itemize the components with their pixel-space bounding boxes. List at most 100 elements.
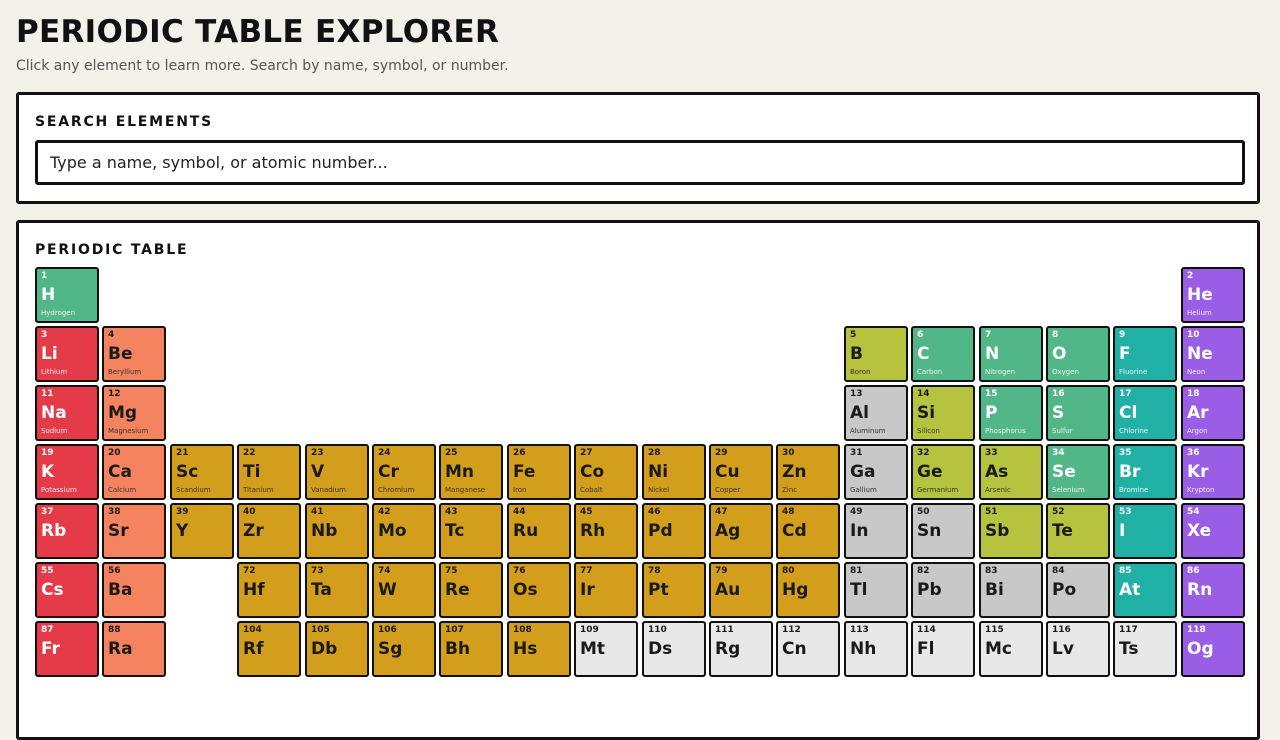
search-panel: SEARCH ELEMENTS bbox=[16, 92, 1260, 204]
element-tile-at[interactable]: 85 At bbox=[1113, 562, 1177, 618]
element-tile-s[interactable]: 16 S Sulfur bbox=[1046, 385, 1110, 441]
element-tile-fl[interactable]: 114 Fl bbox=[911, 621, 975, 677]
element-tile-h[interactable]: 1 H Hydrogen bbox=[35, 267, 99, 323]
element-tile-cn[interactable]: 112 Cn bbox=[776, 621, 840, 677]
element-tile-co[interactable]: 27 Co Cobalt bbox=[574, 444, 638, 500]
element-tile-c[interactable]: 6 C Carbon bbox=[911, 326, 975, 382]
element-tile-sc[interactable]: 21 Sc Scandium bbox=[170, 444, 234, 500]
element-tile-na[interactable]: 11 Na Sodium bbox=[35, 385, 99, 441]
atomic-number: 25 bbox=[445, 448, 458, 458]
element-tile-po[interactable]: 84 Po bbox=[1046, 562, 1110, 618]
element-name: Sulfur bbox=[1052, 427, 1073, 435]
element-tile-ba[interactable]: 56 Ba bbox=[102, 562, 166, 618]
element-tile-rb[interactable]: 37 Rb bbox=[35, 503, 99, 559]
element-tile-db[interactable]: 105 Db bbox=[305, 621, 369, 677]
element-tile-ca[interactable]: 20 Ca Calcium bbox=[102, 444, 166, 500]
element-tile-ne[interactable]: 10 Ne Neon bbox=[1181, 326, 1245, 382]
element-tile-sr[interactable]: 38 Sr bbox=[102, 503, 166, 559]
element-tile-ag[interactable]: 47 Ag bbox=[709, 503, 773, 559]
atomic-number: 86 bbox=[1187, 566, 1200, 576]
element-tile-bi[interactable]: 83 Bi bbox=[979, 562, 1043, 618]
element-tile-v[interactable]: 23 V Vanadium bbox=[305, 444, 369, 500]
element-tile-hs[interactable]: 108 Hs bbox=[507, 621, 571, 677]
element-tile-fe[interactable]: 26 Fe Iron bbox=[507, 444, 571, 500]
element-tile-cl[interactable]: 17 Cl Chlorine bbox=[1113, 385, 1177, 441]
element-tile-rn[interactable]: 86 Rn bbox=[1181, 562, 1245, 618]
element-tile-sg[interactable]: 106 Sg bbox=[372, 621, 436, 677]
element-tile-as[interactable]: 33 As Arsenic bbox=[979, 444, 1043, 500]
element-tile-ga[interactable]: 31 Ga Gallium bbox=[844, 444, 908, 500]
element-tile-he[interactable]: 2 He Helium bbox=[1181, 267, 1245, 323]
element-tile-hf[interactable]: 72 Hf bbox=[237, 562, 301, 618]
element-tile-ni[interactable]: 28 Ni Nickel bbox=[642, 444, 706, 500]
element-tile-zn[interactable]: 30 Zn Zinc bbox=[776, 444, 840, 500]
element-tile-ru[interactable]: 44 Ru bbox=[507, 503, 571, 559]
element-tile-mc[interactable]: 115 Mc bbox=[979, 621, 1043, 677]
element-tile-re[interactable]: 75 Re bbox=[439, 562, 503, 618]
element-tile-ts[interactable]: 117 Ts bbox=[1113, 621, 1177, 677]
element-tile-i[interactable]: 53 I bbox=[1113, 503, 1177, 559]
element-tile-ti[interactable]: 22 Ti Titanium bbox=[237, 444, 301, 500]
atomic-number: 10 bbox=[1187, 330, 1200, 340]
element-tile-f[interactable]: 9 F Fluorine bbox=[1113, 326, 1177, 382]
element-tile-cd[interactable]: 48 Cd bbox=[776, 503, 840, 559]
element-tile-pt[interactable]: 78 Pt bbox=[642, 562, 706, 618]
element-tile-nb[interactable]: 41 Nb bbox=[305, 503, 369, 559]
element-tile-te[interactable]: 52 Te bbox=[1046, 503, 1110, 559]
element-tile-li[interactable]: 3 Li Lithium bbox=[35, 326, 99, 382]
element-tile-xe[interactable]: 54 Xe bbox=[1181, 503, 1245, 559]
element-tile-sb[interactable]: 51 Sb bbox=[979, 503, 1043, 559]
element-tile-ar[interactable]: 18 Ar Argon bbox=[1181, 385, 1245, 441]
element-tile-al[interactable]: 13 Al Aluminum bbox=[844, 385, 908, 441]
element-tile-rh[interactable]: 45 Rh bbox=[574, 503, 638, 559]
element-tile-ir[interactable]: 77 Ir bbox=[574, 562, 638, 618]
element-tile-br[interactable]: 35 Br Bromine bbox=[1113, 444, 1177, 500]
element-tile-mg[interactable]: 12 Mg Magnesium bbox=[102, 385, 166, 441]
element-tile-rg[interactable]: 111 Rg bbox=[709, 621, 773, 677]
element-tile-cu[interactable]: 29 Cu Copper bbox=[709, 444, 773, 500]
element-tile-hg[interactable]: 80 Hg bbox=[776, 562, 840, 618]
element-symbol: As bbox=[985, 462, 1009, 482]
element-tile-ge[interactable]: 32 Ge Germanium bbox=[911, 444, 975, 500]
element-tile-mn[interactable]: 25 Mn Manganese bbox=[439, 444, 503, 500]
element-tile-rf[interactable]: 104 Rf bbox=[237, 621, 301, 677]
element-tile-se[interactable]: 34 Se Selenium bbox=[1046, 444, 1110, 500]
element-tile-pd[interactable]: 46 Pd bbox=[642, 503, 706, 559]
element-tile-au[interactable]: 79 Au bbox=[709, 562, 773, 618]
element-tile-ta[interactable]: 73 Ta bbox=[305, 562, 369, 618]
element-tile-be[interactable]: 4 Be Beryllium bbox=[102, 326, 166, 382]
search-input[interactable] bbox=[35, 140, 1245, 185]
element-tile-p[interactable]: 15 P Phosphorus bbox=[979, 385, 1043, 441]
element-name: Bromine bbox=[1119, 486, 1149, 494]
element-tile-tl[interactable]: 81 Tl bbox=[844, 562, 908, 618]
element-tile-lv[interactable]: 116 Lv bbox=[1046, 621, 1110, 677]
element-tile-k[interactable]: 19 K Potassium bbox=[35, 444, 99, 500]
element-tile-pb[interactable]: 82 Pb bbox=[911, 562, 975, 618]
atomic-number: 15 bbox=[985, 389, 998, 399]
element-tile-y[interactable]: 39 Y bbox=[170, 503, 234, 559]
element-tile-si[interactable]: 14 Si Silicon bbox=[911, 385, 975, 441]
element-tile-cr[interactable]: 24 Cr Chromium bbox=[372, 444, 436, 500]
element-tile-in[interactable]: 49 In bbox=[844, 503, 908, 559]
element-tile-mo[interactable]: 42 Mo bbox=[372, 503, 436, 559]
element-tile-bh[interactable]: 107 Bh bbox=[439, 621, 503, 677]
element-tile-mt[interactable]: 109 Mt bbox=[574, 621, 638, 677]
element-name: Sodium bbox=[41, 427, 68, 435]
element-tile-kr[interactable]: 36 Kr Krypton bbox=[1181, 444, 1245, 500]
element-tile-b[interactable]: 5 B Boron bbox=[844, 326, 908, 382]
element-tile-os[interactable]: 76 Os bbox=[507, 562, 571, 618]
element-tile-fr[interactable]: 87 Fr bbox=[35, 621, 99, 677]
element-tile-n[interactable]: 7 N Nitrogen bbox=[979, 326, 1043, 382]
element-tile-cs[interactable]: 55 Cs bbox=[35, 562, 99, 618]
element-tile-ds[interactable]: 110 Ds bbox=[642, 621, 706, 677]
element-tile-sn[interactable]: 50 Sn bbox=[911, 503, 975, 559]
atomic-number: 5 bbox=[850, 330, 857, 340]
element-tile-o[interactable]: 8 O Oxygen bbox=[1046, 326, 1110, 382]
element-tile-tc[interactable]: 43 Tc bbox=[439, 503, 503, 559]
element-tile-zr[interactable]: 40 Zr bbox=[237, 503, 301, 559]
element-tile-nh[interactable]: 113 Nh bbox=[844, 621, 908, 677]
element-tile-w[interactable]: 74 W bbox=[372, 562, 436, 618]
element-tile-og[interactable]: 118 Og bbox=[1181, 621, 1245, 677]
element-symbol: Ta bbox=[311, 580, 332, 600]
element-tile-ra[interactable]: 88 Ra bbox=[102, 621, 166, 677]
